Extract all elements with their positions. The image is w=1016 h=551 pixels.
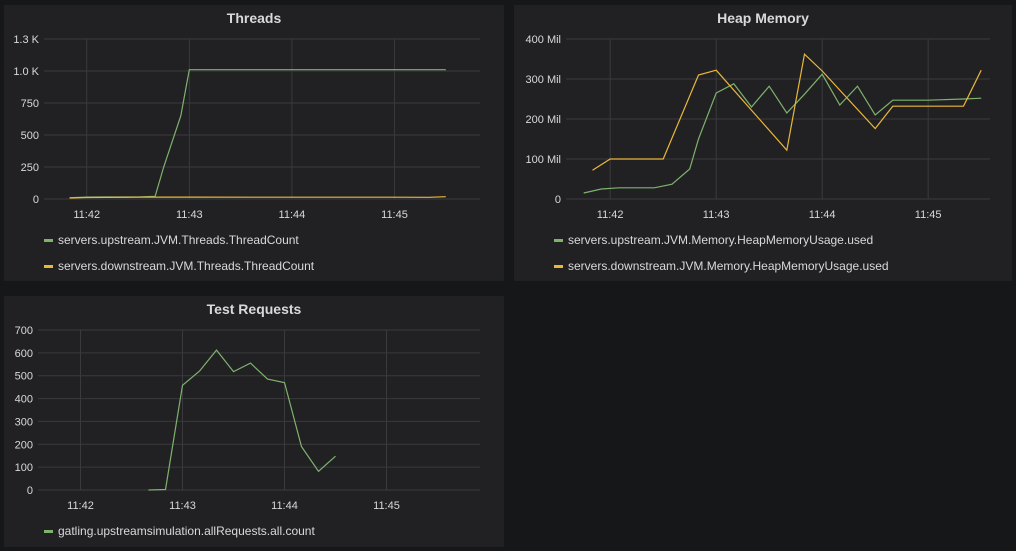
- y-tick-label: 0: [555, 194, 561, 206]
- x-tick-label: 11:43: [703, 209, 730, 221]
- y-tick-label: 200: [15, 439, 33, 451]
- x-tick-label: 11:44: [809, 209, 836, 221]
- threads-chart: 0 250 500 750 1.0 K 1.3 K 11:42 11:43 11:44 11:45: [13, 34, 480, 221]
- y-tick-label: 700: [15, 325, 33, 337]
- series-line-0: [148, 349, 336, 491]
- heap-memory-chart: 0 100 Mil 200 Mil 300 Mil 400 Mil 11:42 11:43 1…: [526, 34, 990, 221]
- legend-swatch: [554, 264, 563, 268]
- legend-label: servers.downstream.JVM.Memory.HeapMemory…: [568, 259, 889, 273]
- y-tick-label: 300 Mil: [526, 74, 561, 86]
- legend: servers.upstream.JVM.Memory.HeapMemoryUs…: [554, 227, 889, 279]
- legend-item-requests[interactable]: gatling.upstreamsimulation.allRequests.a…: [44, 518, 315, 544]
- x-tick-label: 11:42: [67, 500, 94, 512]
- x-tick-label: 11:44: [279, 209, 306, 221]
- y-tick-label: 400: [15, 394, 33, 406]
- test-requests-panel: Test Requests 0 100 200 300 400 500 600 700 11:4…: [4, 296, 504, 547]
- y-tick-label: 300: [15, 416, 33, 428]
- legend-swatch: [44, 529, 53, 533]
- x-tick-label: 11:45: [915, 209, 942, 221]
- y-tick-label: 1.0 K: [13, 66, 39, 78]
- test-requests-chart: 0 100 200 300 400 500 600 700 11:42 11:43 11:44 11:…: [15, 325, 480, 512]
- legend: servers.upstream.JVM.Threads.ThreadCount…: [44, 227, 314, 279]
- x-tick-label: 11:44: [271, 500, 298, 512]
- y-tick-label: 250: [21, 162, 39, 174]
- y-tick-label: 0: [33, 194, 39, 206]
- legend-swatch: [44, 264, 53, 268]
- y-tick-label: 500: [21, 130, 39, 142]
- y-tick-label: 400 Mil: [526, 34, 561, 46]
- x-tick-label: 11:43: [169, 500, 196, 512]
- y-tick-label: 100 Mil: [526, 154, 561, 166]
- x-tick-label: 11:42: [73, 209, 100, 221]
- legend-item-upstream[interactable]: servers.upstream.JVM.Threads.ThreadCount: [44, 227, 314, 253]
- y-tick-label: 200 Mil: [526, 114, 561, 126]
- y-tick-label: 500: [15, 371, 33, 383]
- legend-item-downstream[interactable]: servers.downstream.JVM.Threads.ThreadCou…: [44, 253, 314, 279]
- y-tick-label: 100: [15, 462, 33, 474]
- x-tick-label: 11:43: [176, 209, 203, 221]
- x-tick-label: 11:45: [381, 209, 408, 221]
- y-tick-label: 1.3 K: [13, 34, 39, 46]
- y-tick-label: 0: [27, 485, 33, 497]
- legend-label: gatling.upstreamsimulation.allRequests.a…: [58, 524, 315, 538]
- legend-swatch: [554, 238, 563, 242]
- heap-memory-panel: Heap Memory 0 100 Mil 200 Mil 300 Mil 400 Mi…: [514, 5, 1012, 281]
- threads-panel: Threads 0 250 500 750 1.0 K 1.3 K 11:42 11:43 11…: [4, 5, 504, 281]
- legend-item-downstream[interactable]: servers.downstream.JVM.Memory.HeapMemory…: [554, 253, 889, 279]
- series-line-0: [583, 73, 982, 194]
- legend-item-upstream[interactable]: servers.upstream.JVM.Memory.HeapMemoryUs…: [554, 227, 889, 253]
- x-tick-label: 11:42: [597, 209, 624, 221]
- legend: gatling.upstreamsimulation.allRequests.a…: [44, 518, 315, 544]
- y-tick-label: 600: [15, 348, 33, 360]
- legend-label: servers.upstream.JVM.Threads.ThreadCount: [58, 233, 299, 247]
- legend-swatch: [44, 238, 53, 242]
- legend-label: servers.downstream.JVM.Threads.ThreadCou…: [58, 259, 315, 273]
- x-tick-label: 11:45: [373, 500, 400, 512]
- y-tick-label: 750: [21, 98, 39, 110]
- series-line-1: [69, 196, 446, 199]
- series-line-0: [69, 69, 446, 199]
- legend-label: servers.upstream.JVM.Memory.HeapMemoryUs…: [568, 233, 874, 247]
